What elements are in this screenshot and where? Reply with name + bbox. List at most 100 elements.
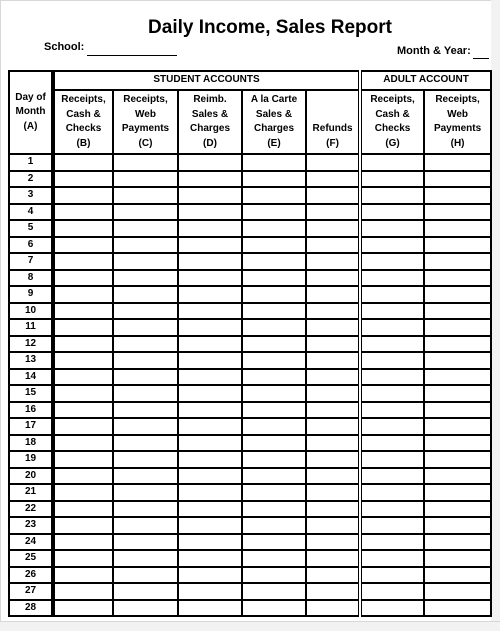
entry-cell-c[interactable]: [112, 450, 179, 469]
entry-cell-d[interactable]: [177, 499, 243, 518]
entry-cell-b[interactable]: [51, 235, 114, 254]
entry-cell-c[interactable]: [112, 400, 179, 419]
entry-cell-e[interactable]: [241, 235, 307, 254]
entry-cell-c[interactable]: [112, 582, 179, 601]
entry-cell-f[interactable]: [304, 565, 362, 584]
entry-cell-c[interactable]: [112, 466, 179, 485]
entry-cell-e[interactable]: [241, 268, 307, 287]
entry-cell-b[interactable]: [51, 532, 114, 551]
entry-cell-g[interactable]: [358, 549, 426, 568]
entry-cell-f[interactable]: [304, 235, 362, 254]
entry-cell-b[interactable]: [51, 219, 114, 238]
entry-cell-b[interactable]: [51, 499, 114, 518]
entry-cell-d[interactable]: [177, 384, 243, 403]
entry-cell-c[interactable]: [112, 153, 179, 172]
entry-cell-e[interactable]: [241, 367, 307, 386]
entry-cell-h[interactable]: [423, 252, 493, 271]
entry-cell-h[interactable]: [423, 565, 493, 584]
entry-cell-g[interactable]: [358, 186, 426, 205]
entry-cell-b[interactable]: [51, 153, 114, 172]
entry-cell-e[interactable]: [241, 186, 307, 205]
entry-cell-h[interactable]: [423, 334, 493, 353]
entry-cell-f[interactable]: [304, 285, 362, 304]
entry-cell-c[interactable]: [112, 384, 179, 403]
entry-cell-g[interactable]: [358, 334, 426, 353]
entry-cell-f[interactable]: [304, 549, 362, 568]
entry-cell-c[interactable]: [112, 235, 179, 254]
entry-cell-b[interactable]: [51, 598, 114, 617]
entry-cell-c[interactable]: [112, 532, 179, 551]
entry-cell-h[interactable]: [423, 549, 493, 568]
entry-cell-b[interactable]: [51, 466, 114, 485]
entry-cell-d[interactable]: [177, 582, 243, 601]
entry-cell-c[interactable]: [112, 351, 179, 370]
entry-cell-g[interactable]: [358, 351, 426, 370]
entry-cell-b[interactable]: [51, 516, 114, 535]
entry-cell-c[interactable]: [112, 186, 179, 205]
entry-cell-g[interactable]: [358, 202, 426, 221]
entry-cell-f[interactable]: [304, 219, 362, 238]
entry-cell-g[interactable]: [358, 301, 426, 320]
entry-cell-g[interactable]: [358, 582, 426, 601]
entry-cell-c[interactable]: [112, 334, 179, 353]
entry-cell-e[interactable]: [241, 153, 307, 172]
entry-cell-f[interactable]: [304, 351, 362, 370]
entry-cell-g[interactable]: [358, 384, 426, 403]
entry-cell-f[interactable]: [304, 483, 362, 502]
entry-cell-d[interactable]: [177, 285, 243, 304]
entry-cell-b[interactable]: [51, 367, 114, 386]
entry-cell-g[interactable]: [358, 235, 426, 254]
entry-cell-d[interactable]: [177, 268, 243, 287]
entry-cell-d[interactable]: [177, 351, 243, 370]
entry-cell-d[interactable]: [177, 169, 243, 188]
entry-cell-d[interactable]: [177, 252, 243, 271]
entry-cell-f[interactable]: [304, 169, 362, 188]
entry-cell-h[interactable]: [423, 499, 493, 518]
entry-cell-f[interactable]: [304, 516, 362, 535]
entry-cell-h[interactable]: [423, 400, 493, 419]
entry-cell-b[interactable]: [51, 483, 114, 502]
entry-cell-e[interactable]: [241, 565, 307, 584]
entry-cell-h[interactable]: [423, 153, 493, 172]
entry-cell-d[interactable]: [177, 367, 243, 386]
entry-cell-f[interactable]: [304, 466, 362, 485]
entry-cell-c[interactable]: [112, 549, 179, 568]
entry-cell-h[interactable]: [423, 433, 493, 452]
entry-cell-b[interactable]: [51, 252, 114, 271]
entry-cell-b[interactable]: [51, 582, 114, 601]
entry-cell-e[interactable]: [241, 516, 307, 535]
entry-cell-h[interactable]: [423, 351, 493, 370]
entry-cell-h[interactable]: [423, 598, 493, 617]
entry-cell-d[interactable]: [177, 433, 243, 452]
entry-cell-b[interactable]: [51, 301, 114, 320]
entry-cell-e[interactable]: [241, 351, 307, 370]
entry-cell-c[interactable]: [112, 367, 179, 386]
entry-cell-b[interactable]: [51, 384, 114, 403]
entry-cell-g[interactable]: [358, 268, 426, 287]
entry-cell-h[interactable]: [423, 268, 493, 287]
entry-cell-d[interactable]: [177, 186, 243, 205]
entry-cell-g[interactable]: [358, 252, 426, 271]
entry-cell-g[interactable]: [358, 219, 426, 238]
entry-cell-d[interactable]: [177, 532, 243, 551]
entry-cell-e[interactable]: [241, 202, 307, 221]
entry-cell-g[interactable]: [358, 153, 426, 172]
entry-cell-b[interactable]: [51, 186, 114, 205]
entry-cell-b[interactable]: [51, 400, 114, 419]
entry-cell-f[interactable]: [304, 417, 362, 436]
entry-cell-c[interactable]: [112, 565, 179, 584]
entry-cell-d[interactable]: [177, 318, 243, 337]
entry-cell-d[interactable]: [177, 565, 243, 584]
entry-cell-b[interactable]: [51, 417, 114, 436]
entry-cell-f[interactable]: [304, 499, 362, 518]
entry-cell-g[interactable]: [358, 499, 426, 518]
entry-cell-d[interactable]: [177, 202, 243, 221]
entry-cell-b[interactable]: [51, 202, 114, 221]
entry-cell-e[interactable]: [241, 483, 307, 502]
entry-cell-g[interactable]: [358, 598, 426, 617]
entry-cell-h[interactable]: [423, 483, 493, 502]
entry-cell-g[interactable]: [358, 565, 426, 584]
entry-cell-h[interactable]: [423, 516, 493, 535]
entry-cell-c[interactable]: [112, 169, 179, 188]
entry-cell-b[interactable]: [51, 351, 114, 370]
